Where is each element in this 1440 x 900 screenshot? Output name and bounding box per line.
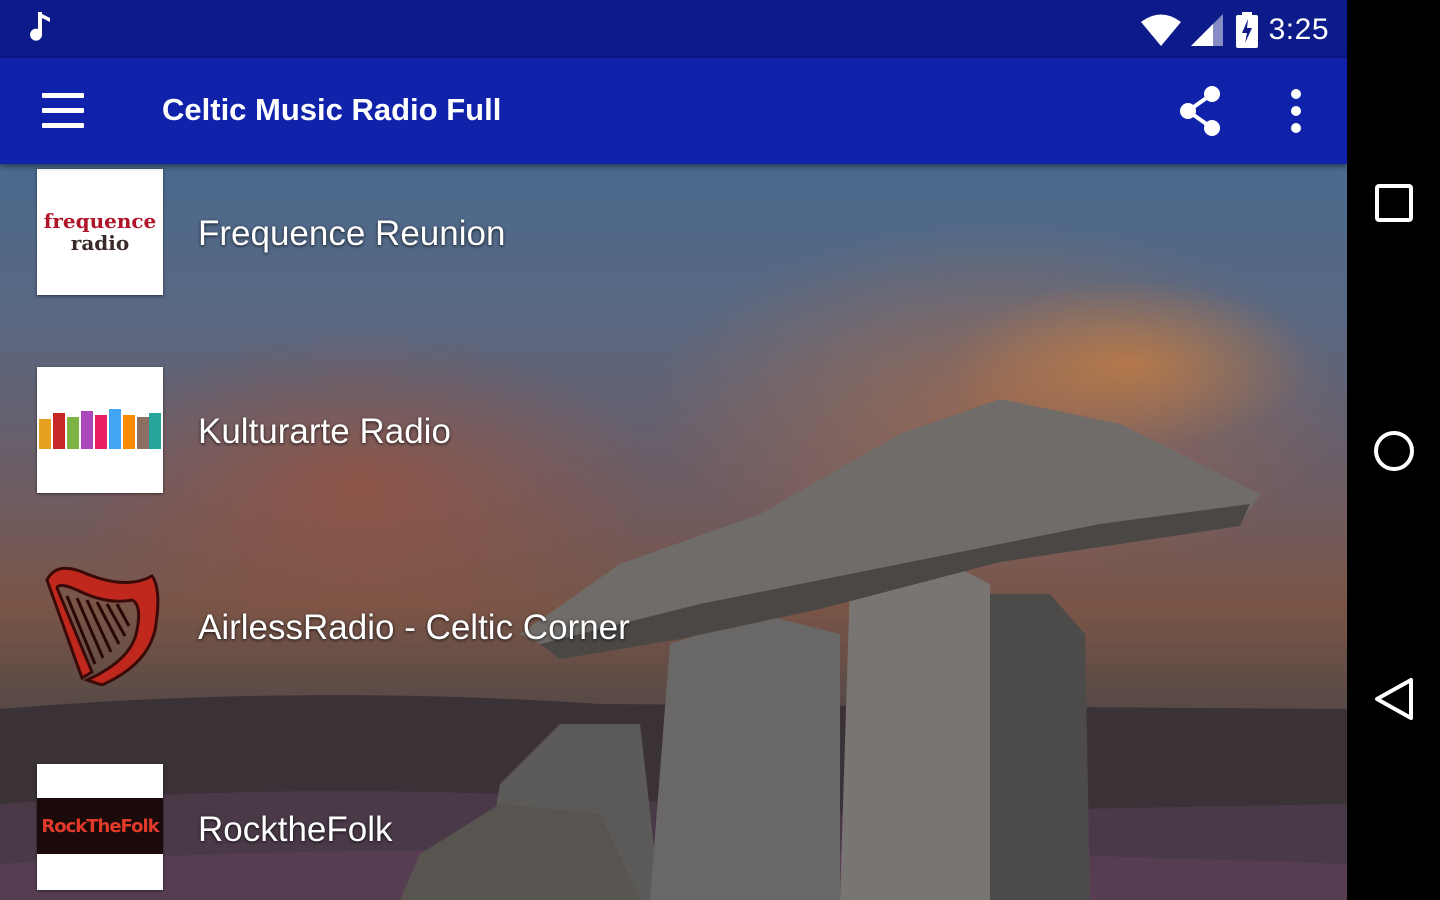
wifi-icon [1140, 14, 1181, 46]
status-icons: 3:25 [1140, 10, 1329, 50]
signal-icon [1190, 14, 1223, 46]
app-title: Celtic Music Radio Full [162, 92, 502, 127]
logo-text: RockTheFolk [41, 815, 159, 837]
station-item-rockthefolk[interactable]: RockTheFolk RocktheFolk [0, 758, 1347, 900]
menu-icon[interactable] [36, 88, 90, 134]
status-time: 3:25 [1268, 13, 1329, 46]
share-icon[interactable] [1174, 84, 1228, 138]
more-vert-icon[interactable] [1274, 84, 1318, 138]
station-logo: frequence radio [37, 169, 163, 295]
station-name: RocktheFolk [198, 810, 393, 849]
logo-text-line2: radio [70, 231, 130, 255]
music-note-icon [30, 12, 50, 41]
status-bar: 3:25 [0, 0, 1347, 58]
harp-icon [45, 566, 160, 687]
station-logo [37, 560, 163, 687]
back-triangle-icon[interactable] [1367, 672, 1421, 726]
home-circle-icon[interactable] [1367, 424, 1421, 478]
station-item-frequence-reunion[interactable]: frequence radio Frequence Reunion [0, 164, 1347, 314]
station-logo: RockTheFolk [37, 764, 163, 890]
kulturarte-logo-icon [39, 409, 161, 449]
station-name: Frequence Reunion [198, 214, 506, 253]
battery-charging-icon [1235, 12, 1258, 48]
station-item-kulturarte-radio[interactable]: Kulturarte Radio [0, 362, 1347, 512]
app-bar: Celtic Music Radio Full [0, 58, 1347, 164]
recents-square-icon[interactable] [1367, 176, 1421, 230]
station-logo [37, 367, 163, 493]
station-list-background: frequence radio Frequence Reunion Kultur… [0, 164, 1347, 900]
station-name: AirlessRadio - Celtic Corner [198, 608, 630, 647]
station-name: Kulturarte Radio [198, 412, 451, 451]
logo-text-line1: frequence [43, 209, 157, 233]
station-item-airlessradio-celtic-corner[interactable]: AirlessRadio - Celtic Corner [0, 560, 1347, 710]
rockthefolk-logo-banner: RockTheFolk [37, 798, 163, 854]
system-nav-bar [1347, 0, 1440, 900]
